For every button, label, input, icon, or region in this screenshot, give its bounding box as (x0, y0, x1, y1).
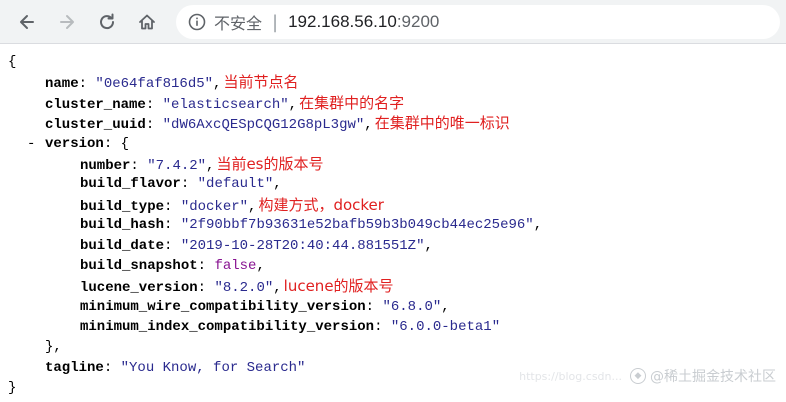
json-value: "0e64faf816d5" (95, 76, 214, 93)
json-field-min-wire-compat: minimum_wire_compatibility_version: "6.8… (80, 298, 450, 315)
json-value: "7.4.2" (147, 157, 207, 174)
json-field-build-type: build_type: "docker", 构建方式，docker (80, 195, 384, 215)
json-field-name: name: "0e64faf816d5", 当前节点名 (45, 73, 299, 93)
back-arrow-icon (20, 15, 34, 29)
json-key: cluster_name (45, 96, 146, 113)
json-field-number: number: "7.4.2", 当前es的版本号 (80, 154, 324, 174)
json-version-close: }, (45, 339, 62, 356)
browser-toolbar: 不安全 | 192.168.56.10:9200 (0, 0, 786, 44)
json-value: "You Know, for Search" (120, 359, 306, 376)
annotation-note: 当前节点名 (223, 73, 299, 92)
json-key: number (80, 157, 131, 174)
watermark-faint-url: https://blog.csdn... (519, 369, 622, 383)
back-button[interactable] (12, 7, 42, 37)
json-key: build_snapshot (80, 257, 198, 274)
omnibox-separator: | (272, 11, 279, 33)
json-key: lucene_version (80, 280, 198, 297)
json-key: minimum_wire_compatibility_version (80, 298, 366, 315)
json-field-lucene-version: lucene_version: "8.2.0", lucene的版本号 (80, 277, 394, 297)
json-value: "elasticsearch" (162, 96, 289, 113)
collapse-toggle[interactable]: - (27, 134, 35, 154)
json-key: version (45, 135, 104, 152)
address-bar[interactable]: 不安全 | 192.168.56.10:9200 (176, 5, 780, 39)
security-status-label[interactable]: 不安全 (214, 10, 262, 34)
json-value: "2019-10-28T20:40:44.881551Z" (180, 237, 425, 254)
json-field-version: - version: { (8, 134, 778, 154)
watermark-text: @稀土掘金技术社区 (650, 369, 776, 385)
reload-icon (100, 13, 115, 30)
json-key: cluster_uuid (45, 117, 146, 134)
json-key: minimum_index_compatibility_version (80, 319, 375, 336)
juejin-logo-icon: ◆ (630, 368, 646, 384)
json-field-min-index-compat: minimum_index_compatibility_version: "6.… (80, 319, 501, 336)
annotation-note: 当前es的版本号 (216, 154, 324, 173)
annotation-note: lucene的版本号 (283, 277, 394, 296)
json-field-cluster-name: cluster_name: "elasticsearch", 在集群中的名字 (45, 93, 405, 113)
home-button[interactable] (132, 7, 162, 37)
json-field-build-flavor: build_flavor: "default", (80, 176, 282, 193)
home-icon (139, 14, 155, 30)
json-value: "docker" (180, 198, 249, 215)
annotation-note: 在集群中的名字 (299, 93, 405, 112)
forward-button[interactable] (52, 7, 82, 37)
json-key: build_flavor (80, 176, 181, 193)
json-value: "8.2.0" (214, 280, 274, 297)
json-value: "2f90bbf7b93631e52bafb59b3b049cb44ec25e9… (180, 217, 534, 234)
json-key: build_type (80, 198, 165, 215)
json-field-build-hash: build_hash: "2f90bbf7b93631e52bafb59b3b0… (80, 217, 543, 234)
annotation-note: 构建方式，docker (258, 195, 384, 214)
url-host: 192.168.56.10 (288, 12, 397, 31)
annotation-note: 在集群中的唯一标识 (374, 114, 510, 133)
json-value: "6.0.0-beta1" (390, 319, 501, 336)
url-port: :9200 (396, 12, 440, 31)
json-field-build-snapshot: build_snapshot: false, (80, 257, 265, 274)
json-response: { name: "0e64faf816d5", 当前节点名 cluster_nam… (8, 52, 778, 399)
json-field-build-date: build_date: "2019-10-28T20:40:44.881551Z… (80, 237, 433, 254)
info-circle-icon[interactable] (188, 13, 206, 31)
json-key: tagline (45, 359, 104, 376)
json-open-brace: { (8, 54, 17, 70)
json-field-cluster-uuid: cluster_uuid: "dW6AxcQESpCQG12G8pL3gw", 在… (45, 114, 510, 134)
json-value: false (214, 257, 257, 274)
json-value: "default" (197, 176, 274, 193)
json-key: build_hash (80, 217, 165, 234)
json-key: build_date (80, 237, 165, 254)
json-value: "dW6AxcQESpCQG12G8pL3gw" (162, 117, 365, 134)
forward-arrow-icon (60, 15, 74, 29)
json-value: "6.8.0" (382, 298, 442, 315)
watermark: https://blog.csdn... ◆ @稀土掘金技术社区 (519, 366, 776, 386)
reload-button[interactable] (92, 7, 122, 37)
json-key: name (45, 76, 79, 93)
